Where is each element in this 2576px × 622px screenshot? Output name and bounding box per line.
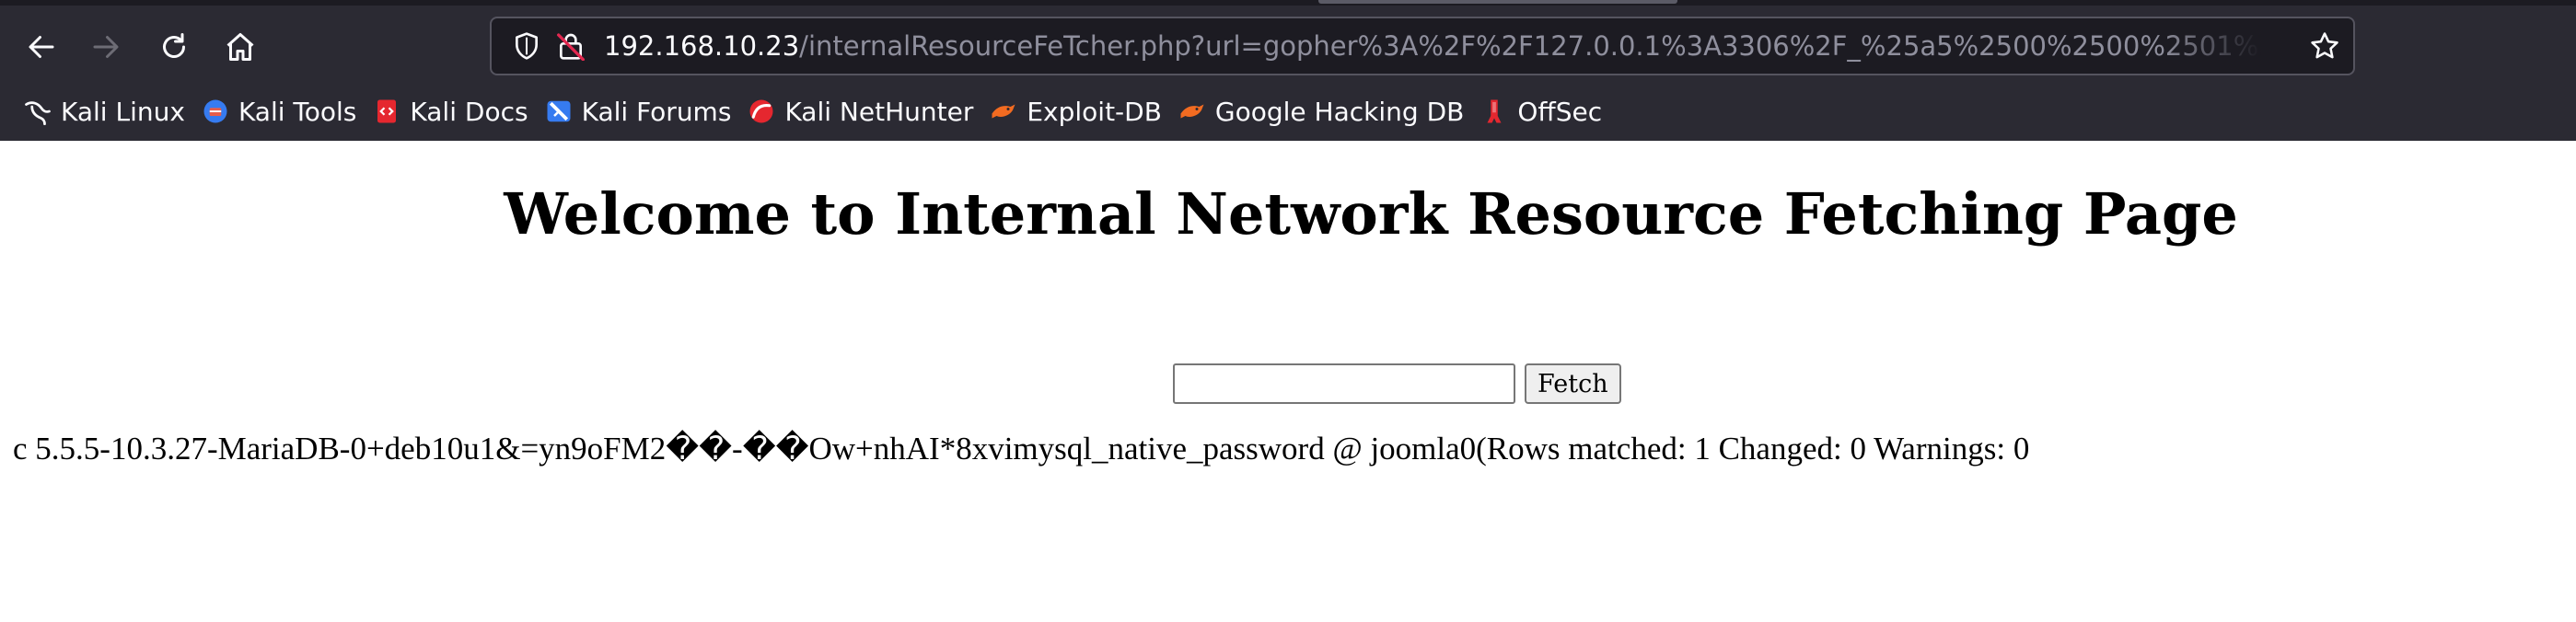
url-input[interactable] (1173, 363, 1515, 404)
bookmark-google-hacking-db[interactable]: Google Hacking DB (1171, 91, 1471, 132)
fetch-result-text: c 5.5.5-10.3.27-MariaDB-0+deb10u1&=yn9oF… (13, 431, 2030, 466)
home-icon (226, 33, 254, 61)
kali-tools-icon (203, 99, 227, 123)
tracking-shield-icon[interactable] (512, 31, 541, 61)
kali-forums-icon (547, 100, 571, 122)
bookmark-kali-docs[interactable]: Kali Docs (366, 91, 535, 132)
exploit-db-icon (992, 104, 1015, 119)
url-path: /internalResourceFeTcher.php?url=gopher%… (799, 30, 2261, 62)
bookmark-kali-linux[interactable]: Kali Linux (17, 91, 192, 132)
bookmark-star-icon[interactable] (2309, 30, 2340, 62)
back-button[interactable] (15, 20, 68, 74)
url-host: 192.168.10.23 (604, 30, 800, 62)
bookmark-label: Kali NetHunter (784, 96, 974, 127)
bookmark-label: Kali Docs (410, 96, 528, 127)
kali-docs-icon (377, 99, 397, 123)
url-text[interactable]: 192.168.10.23/internalResourceFeTcher.ph… (604, 18, 2261, 74)
bookmark-label: Google Hacking DB (1214, 96, 1465, 127)
fetch-button[interactable]: Fetch (1525, 363, 1621, 404)
bookmark-label: Exploit-DB (1027, 96, 1162, 127)
tab-strip (0, 0, 2576, 6)
home-button[interactable] (214, 20, 267, 74)
bookmark-exploit-db[interactable]: Exploit-DB (982, 91, 1169, 132)
offsec-icon (1487, 99, 1502, 123)
kali-dragon-icon (25, 101, 51, 125)
google-hacking-db-icon (1180, 104, 1204, 119)
bookmark-label: OffSec (1517, 96, 1603, 127)
bookmark-kali-forums[interactable]: Kali Forums (538, 91, 739, 132)
forward-button[interactable] (79, 20, 133, 74)
bookmarks-toolbar: Kali Linux Kali Tools Kali Docs Kali For… (0, 90, 2576, 132)
bookmark-offsec[interactable]: OffSec (1473, 91, 1609, 132)
browser-chrome: 192.168.10.23/internalResourceFeTcher.ph… (0, 0, 2576, 141)
insecure-lock-icon[interactable] (556, 31, 586, 61)
kali-nethunter-icon (749, 99, 773, 123)
forward-arrow-icon (93, 36, 119, 58)
bookmark-label: Kali Linux (61, 96, 185, 127)
page-title: Welcome to Internal Network Resource Fet… (504, 180, 2238, 248)
reload-button[interactable] (147, 20, 201, 74)
bookmark-kali-tools[interactable]: Kali Tools (194, 91, 364, 132)
fetch-form: Fetch (1173, 363, 1621, 405)
address-bar[interactable]: 192.168.10.23/internalResourceFeTcher.ph… (490, 17, 2355, 75)
active-tab-edge[interactable] (1318, 0, 1677, 4)
bookmark-kali-nethunter[interactable]: Kali NetHunter (740, 91, 981, 132)
bookmark-label: Kali Tools (238, 96, 357, 127)
bookmark-label: Kali Forums (581, 96, 732, 127)
reload-icon (163, 33, 185, 58)
back-arrow-icon (29, 36, 54, 58)
